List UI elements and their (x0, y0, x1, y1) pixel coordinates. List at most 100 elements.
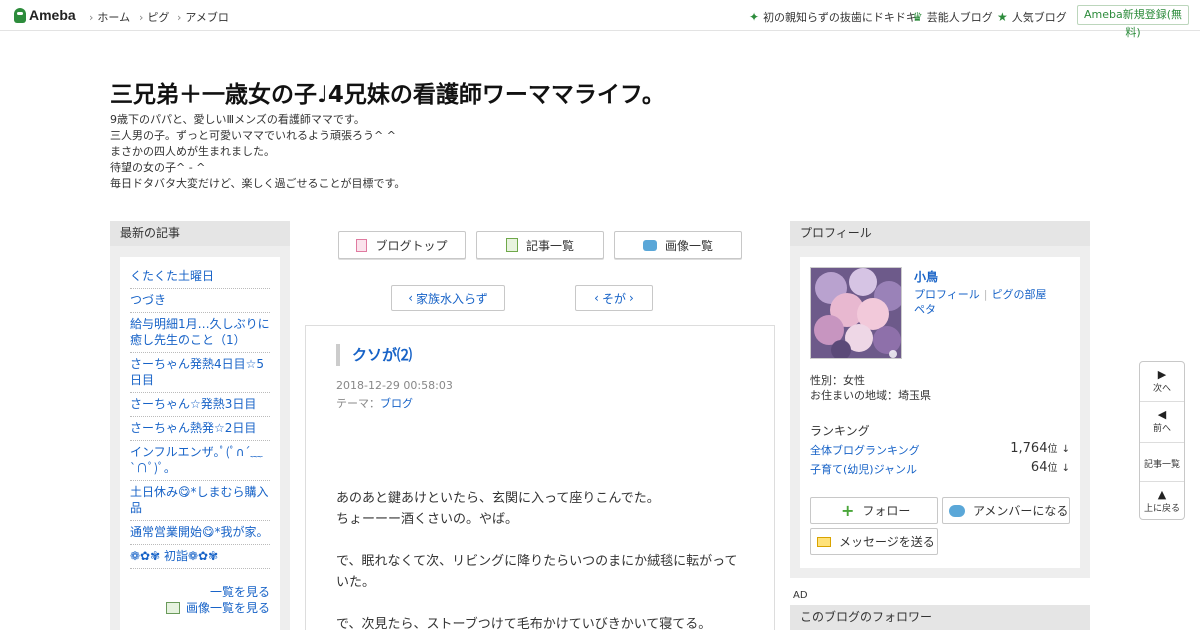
ranking-overall-link[interactable]: 全体ブログランキング (810, 444, 920, 457)
floating-prev-button[interactable]: ◀ 前へ (1140, 408, 1184, 435)
rank-unit: 位 (1047, 463, 1058, 474)
theme-link[interactable]: ブログ (380, 397, 413, 410)
blog-top-button[interactable]: ブログトップ (338, 231, 466, 259)
description-line: 毎日ドタバタ大変だけど、楽しく過ごせることが目標です。 (110, 177, 406, 190)
profile-region: お住まいの地域：埼玉県 (810, 389, 931, 402)
sparkle-icon: ✦ (749, 10, 760, 24)
recent-articles-list: くたくた土曜日 つづき 給与明細1月…久しぶりに癒し先生のこと（1） さーちゃん… (130, 265, 270, 569)
nav-home[interactable]: ホーム (89, 9, 130, 25)
chevron-right-icon: › (629, 291, 634, 305)
description-line: 三人男の子。ずっと可愛いママでいれるよう頑張ろう^ ^ (110, 129, 396, 142)
profile-gender: 性別：女性 (810, 374, 865, 387)
recent-article-item[interactable]: 給与明細1月…久しぶりに癒し先生のこと（1） (130, 313, 270, 353)
description-line: まさかの四人めが生まれました。 (110, 145, 275, 158)
follow-button[interactable]: + フォロー (810, 497, 938, 524)
ranking-row: 全体ブログランキング 1,764位 ↓ (810, 441, 1070, 458)
floating-list-button[interactable]: 記事一覧 (1140, 457, 1184, 470)
pigg-room-link[interactable]: ピグの部屋 (992, 288, 1047, 301)
ranking-heading: ランキング (810, 424, 870, 438)
crown-icon: ♛ (912, 10, 923, 24)
rank-number: 64 (1030, 460, 1048, 475)
article: クソが⑵ 2018-12-29 00:58:03 テーマ：ブログ あのあと鍵あけ… (305, 325, 775, 630)
copy-document-icon (505, 238, 518, 252)
blog-title[interactable]: 三兄弟＋一歳女の子♩4兄妹の看護師ワーママライフ。 (110, 75, 665, 109)
link-separator: | (983, 288, 988, 301)
recent-article-item[interactable]: 通常営業開始😋*我が家。 (130, 521, 270, 545)
prev-article-button[interactable]: ‹ 家族水入らず (391, 285, 505, 311)
profile-heading: プロフィール (790, 221, 1090, 246)
article-paragraph: で、次見たら、ストーブつけて毛布かけていびきかいて寝てる。 (336, 617, 712, 630)
floating-top-label: 上に戻る (1143, 504, 1180, 514)
celebrity-blog-label: 芸能人ブログ (926, 11, 993, 24)
article-date: 2018-12-29 00:58:03 (336, 379, 453, 392)
article-list-label: 記事一覧 (525, 238, 574, 253)
article-paragraph: で、眠れなくて次、リビングに降りたらいつのまにか絨毯に転がっていた。 (336, 554, 738, 590)
floating-list-label: 記事一覧 (1143, 460, 1180, 470)
article-title[interactable]: クソが⑵ (336, 344, 412, 366)
article-paragraph: あのあと鍵あけといたら、玄関に入って座りこんでた。 ちょーーー酒くさいの。やば。 (336, 491, 660, 527)
ranking-genre-link[interactable]: 子育て(幼児)ジャンル (810, 463, 917, 476)
trend-down-icon: ↓ (1061, 444, 1070, 455)
article-body: あのあと鍵あけといたら、玄関に入って座りこんでた。 ちょーーー酒くさいの。やば。… (336, 488, 746, 630)
theme-label: テーマ： (336, 397, 380, 410)
nav-pigg[interactable]: ピグ (139, 9, 169, 25)
recent-article-item[interactable]: くたくた土曜日 (130, 265, 270, 289)
star-icon: ★ (997, 10, 1008, 24)
article-list-button[interactable]: 記事一覧 (476, 231, 604, 259)
floating-next-button[interactable]: ▶ 次へ (1140, 368, 1184, 395)
register-button[interactable]: Ameba新規登録(無料) (1077, 5, 1189, 39)
divider (1140, 481, 1184, 482)
nav-ameblo[interactable]: アメブロ (177, 9, 228, 25)
rank-unit: 位 (1047, 444, 1058, 455)
recent-articles-box: くたくた土曜日 つづき 給与明細1月…久しぶりに癒し先生のこと（1） さーちゃん… (120, 257, 280, 630)
blog-top-label: ブログトップ (375, 238, 448, 253)
logo-text: Ameba (29, 7, 76, 23)
profile-panel: プロフィール 小鳥 プロフィール | ピグの部屋 ペタ 性別：女性 お住まいの地域： (790, 221, 1090, 578)
prev-article-label: 家族水入らず (416, 291, 488, 306)
ameba-logo-icon (14, 7, 26, 23)
divider (1140, 401, 1184, 402)
recent-article-item[interactable]: さーちゃん熱発☆2日目 (130, 417, 270, 441)
recent-article-item[interactable]: つづき (130, 289, 270, 313)
ranking-row: 子育て(幼児)ジャンル 64位 ↓ (810, 460, 1070, 477)
popular-blog-link[interactable]: ★ 人気ブログ (997, 9, 1067, 25)
chevron-left-icon: ‹ (594, 291, 599, 305)
send-message-button[interactable]: メッセージを送る (810, 528, 938, 555)
image-list-button[interactable]: 画像一覧 (614, 231, 742, 259)
image-list-icon (165, 602, 180, 614)
celebrity-blog-link[interactable]: ♛ 芸能人ブログ (912, 9, 993, 25)
global-header: Ameba ホーム ピグ アメブロ ✦初の親知らずの抜歯にドキドキ ♛芸能人ブロ… (0, 0, 1200, 39)
view-all-images-link[interactable]: 画像一覧を見る (165, 599, 270, 616)
chevron-left-icon: ‹ (408, 291, 414, 305)
trend-down-icon: ↓ (1061, 463, 1070, 474)
recent-article-item[interactable]: ❁✿✾ 初詣❁✿✾ (130, 545, 270, 569)
divider (1140, 442, 1184, 443)
recent-article-item[interactable]: インフルエンザ｡ﾟ(ﾟ∩´﹏`∩ﾟ)ﾟ｡ (130, 441, 270, 481)
floating-next-label: 次へ (1152, 384, 1171, 394)
recent-article-item[interactable]: さーちゃん発熱4日目☆5日目 (130, 353, 270, 393)
send-message-label: メッセージを送る (839, 535, 935, 549)
peta-link[interactable]: ペタ (914, 303, 936, 316)
description-line: 9歳下のパパと、愛しいⅢメンズの看護師ママです。 (110, 113, 365, 126)
profile-box: 小鳥 プロフィール | ピグの部屋 ペタ 性別：女性 お住まいの地域：埼玉県 ランキ… (800, 257, 1080, 568)
view-all-articles-link[interactable]: 一覧を見る (210, 583, 270, 600)
profile-name[interactable]: 小鳥 (914, 268, 938, 285)
recent-article-item[interactable]: 土日休み😋*しまむら購入品 (130, 481, 270, 521)
play-left-icon: ◀ (1157, 408, 1167, 421)
avatar[interactable] (810, 267, 902, 359)
trending-link[interactable]: ✦ 初の親知らずの抜歯にドキドキ (749, 9, 917, 25)
follow-label: フォロー (862, 504, 911, 518)
profile-link[interactable]: プロフィール (914, 288, 980, 301)
camera-icon (642, 239, 657, 251)
amember-button[interactable]: アメンバーになる (942, 497, 1070, 524)
blog-description: 9歳下のパパと、愛しいⅢメンズの看護師ママです。 三人男の子。ずっと可愛いママで… (110, 112, 405, 192)
next-article-button[interactable]: ‹ そが › (575, 285, 653, 311)
trending-link-label: 初の親知らずの抜歯にドキドキ (763, 11, 917, 24)
floating-top-button[interactable]: ▲ 上に戻る (1140, 489, 1184, 515)
floating-prev-label: 前へ (1152, 424, 1171, 434)
play-right-icon: ▶ (1157, 368, 1167, 381)
recent-article-item[interactable]: さーちゃん☆発熱3日目 (130, 393, 270, 417)
ameba-logo[interactable]: Ameba (14, 7, 76, 23)
view-all-images-label: 画像一覧を見る (185, 601, 270, 615)
profile-links: プロフィール | ピグの部屋 ペタ (914, 287, 1074, 317)
